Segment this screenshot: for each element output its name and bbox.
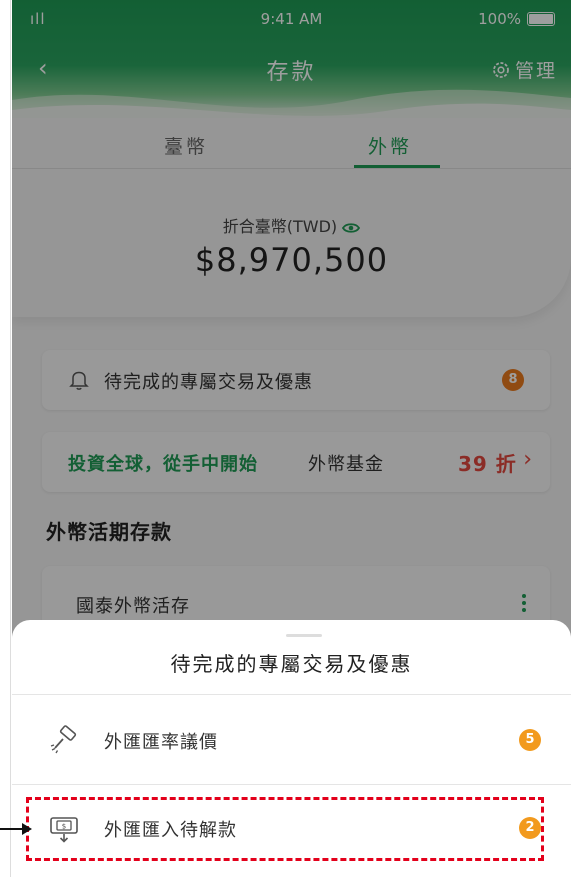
phone-screen: ıll 9:41 AM 100% ‹ 存款 管理 臺幣 外幣 折合臺幣(TWD)… — [12, 0, 571, 877]
annotation-arrow-icon — [22, 823, 32, 835]
svg-text:$: $ — [62, 823, 66, 831]
divider — [12, 694, 571, 695]
count-badge: 2 — [519, 817, 541, 839]
count-badge: 5 — [519, 729, 541, 751]
sheet-item-label: 外匯匯率議價 — [104, 732, 218, 753]
sheet-item-label: 外匯匯入待解款 — [104, 820, 237, 841]
page-edge-line — [10, 0, 11, 877]
sheet-item-inbound-remittance[interactable]: $ 外匯匯入待解款 2 — [12, 798, 571, 858]
sheet-item-rate-negotiation[interactable]: 外匯匯率議價 5 — [12, 710, 571, 770]
bottom-sheet: 待完成的專屬交易及優惠 外匯匯率議價 5 $ 外匯匯入待解款 2 — [12, 620, 571, 877]
sheet-title: 待完成的專屬交易及優惠 — [170, 652, 413, 676]
money-inbound-icon: $ — [50, 817, 78, 843]
gavel-icon — [50, 725, 77, 754]
sheet-grabber[interactable] — [286, 634, 322, 637]
annotation-arrow-line — [0, 828, 24, 830]
divider — [12, 784, 571, 785]
